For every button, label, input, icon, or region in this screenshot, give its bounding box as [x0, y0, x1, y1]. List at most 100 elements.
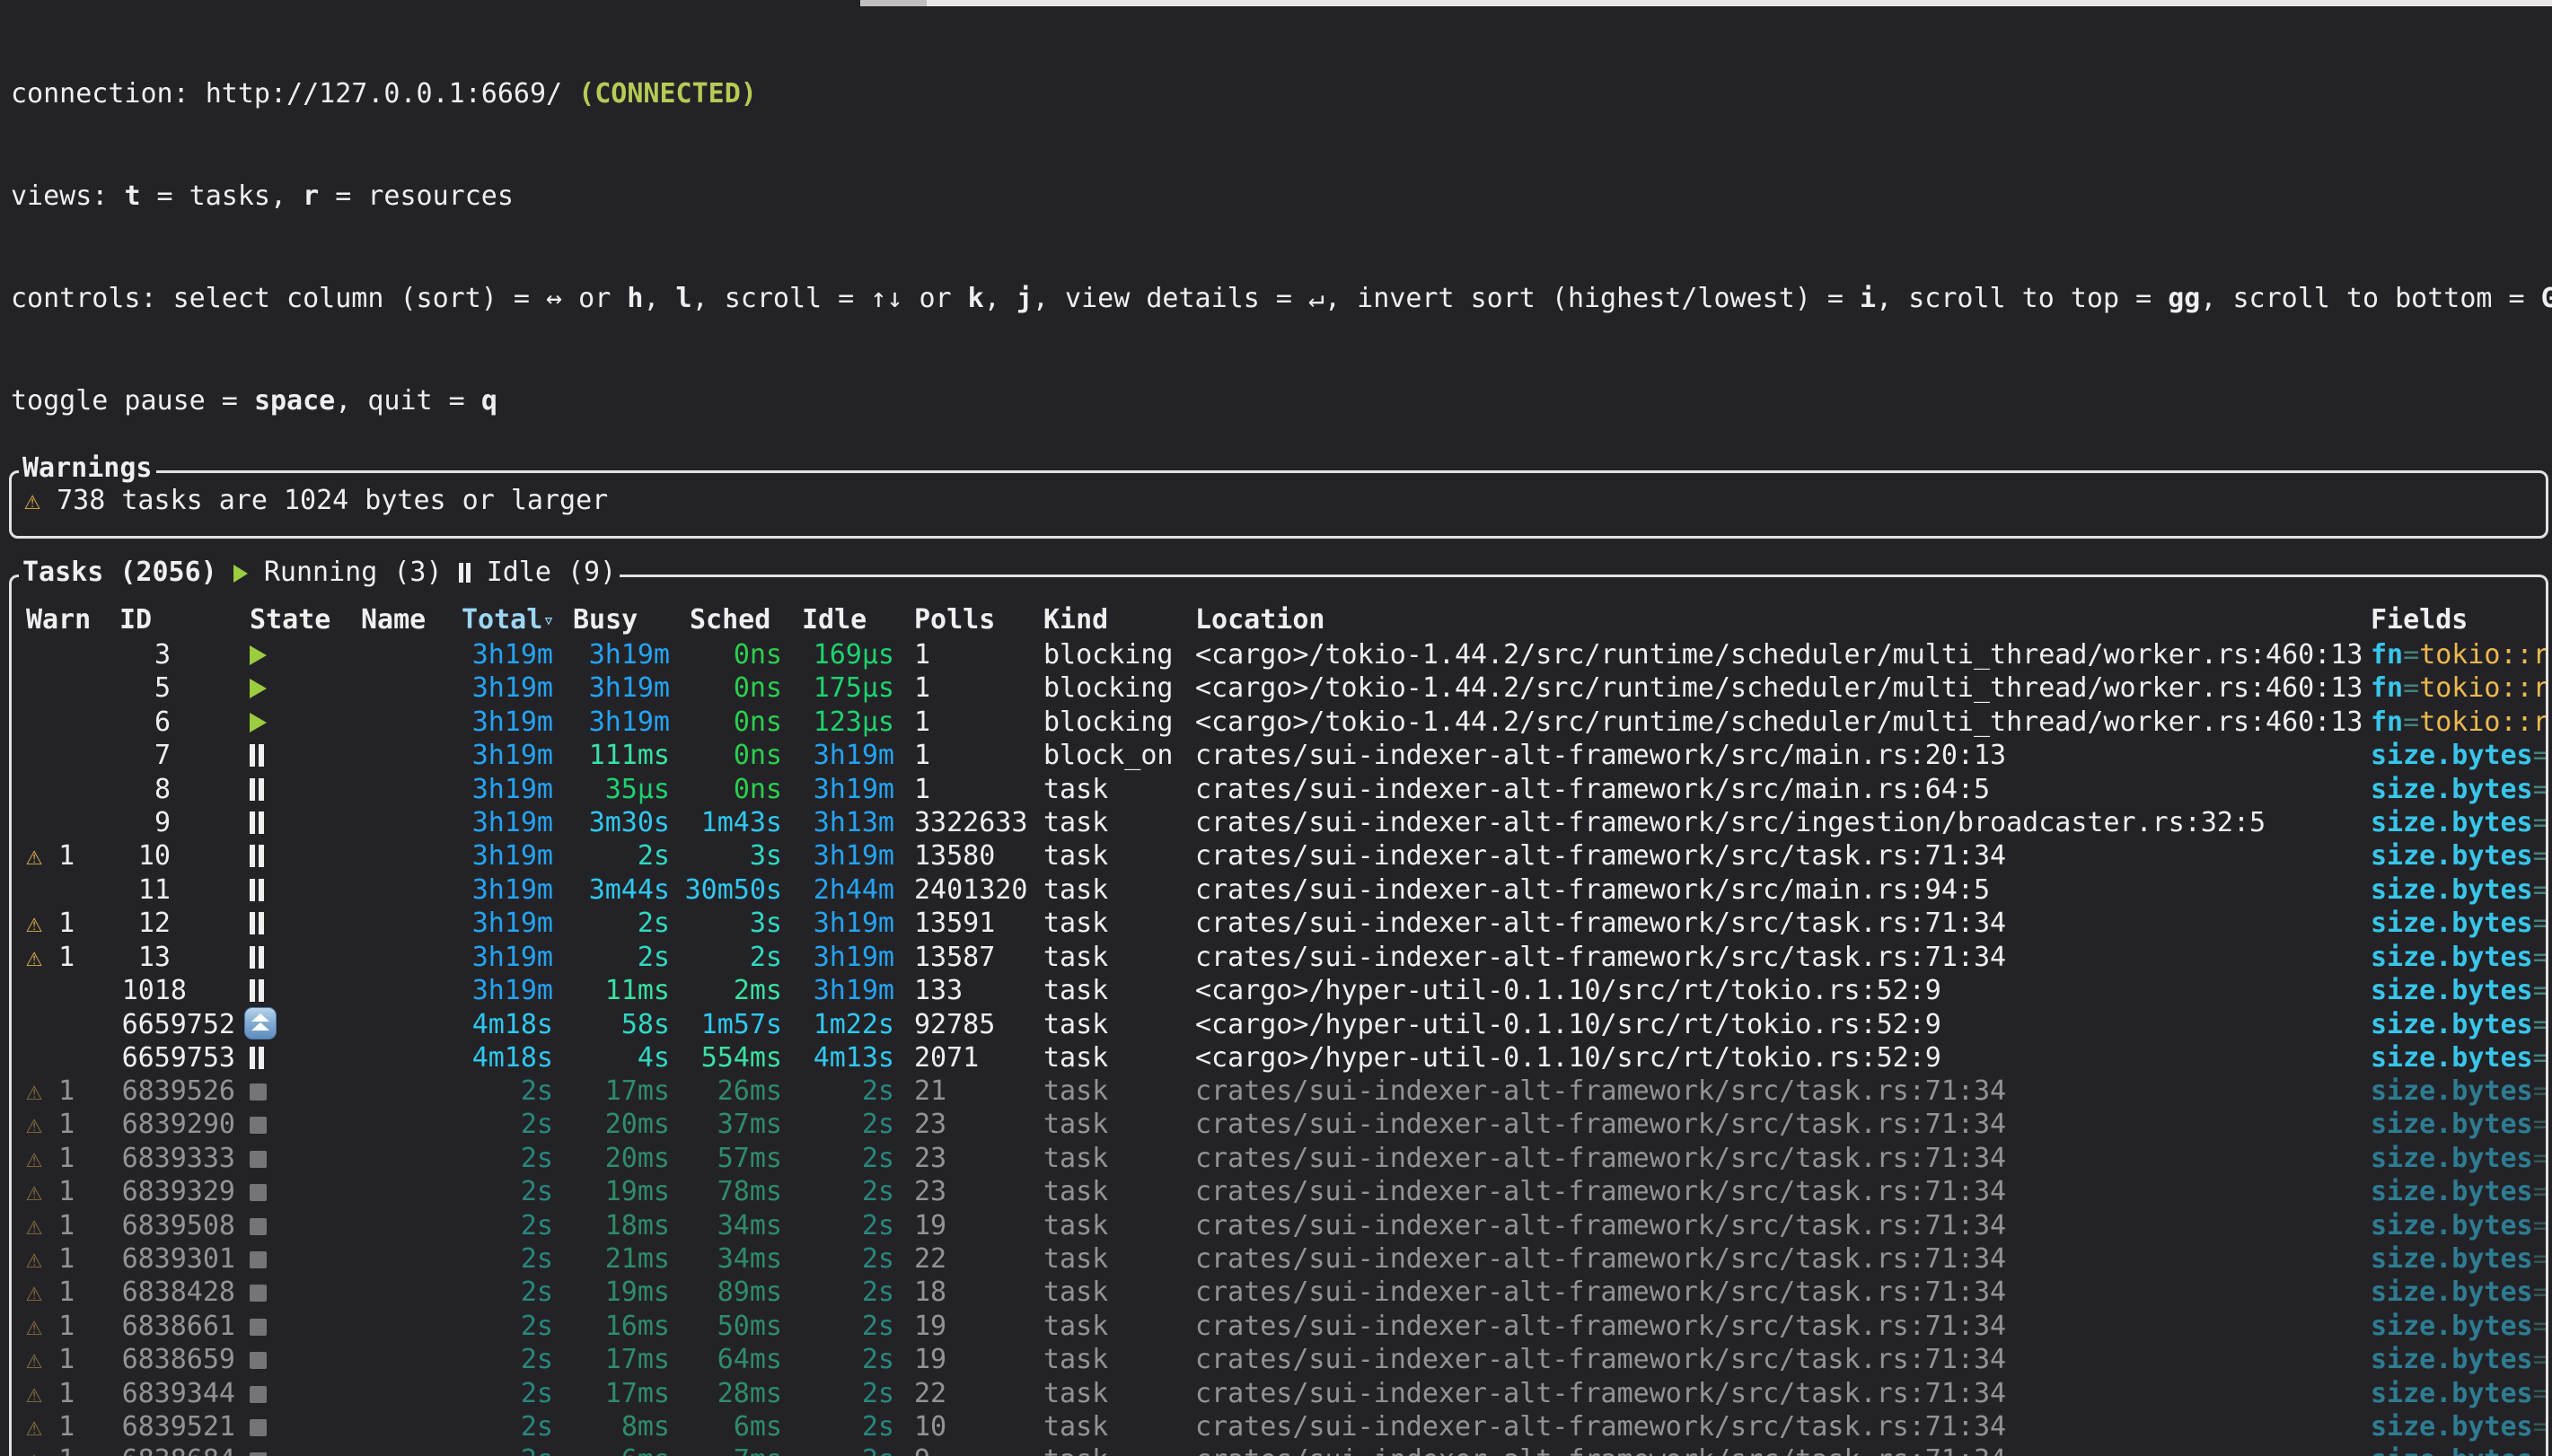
fields-cell: size.bytes=: [2371, 1343, 2546, 1377]
total-cell: 3h19m: [462, 773, 553, 807]
task-id: 6659753: [119, 1041, 235, 1075]
kind-cell: task: [1043, 907, 1195, 941]
idle-cell: 3h19m: [782, 974, 894, 1008]
total-cell: 3h19m: [462, 638, 553, 672]
polls-cell: 23: [894, 1142, 1043, 1176]
task-row[interactable]: ⚠ 1 6838661 2s 16ms 50ms 2s 19 task crat…: [12, 1310, 2546, 1343]
column-header-name[interactable]: Name: [361, 603, 462, 637]
column-header-state[interactable]: State: [235, 603, 361, 637]
sched-cell: 1m57s: [670, 1008, 782, 1042]
state-cell: [235, 1443, 361, 1456]
connection-line: connection: http://127.0.0.1:6669/ (CONN…: [11, 77, 2552, 111]
fields-cell: size.bytes=: [2371, 941, 2546, 975]
idle-cell: 2s: [782, 1343, 894, 1377]
task-row[interactable]: ⚠ 1 6839508 2s 18ms 34ms 2s 19 task crat…: [12, 1209, 2546, 1242]
idle-cell: 3h19m: [782, 739, 894, 773]
fields-cell: size.bytes=: [2371, 1276, 2546, 1310]
task-row[interactable]: 5 3h19m 3h19m 0ns 175µs 1 blocking <carg…: [12, 671, 2546, 705]
task-row[interactable]: ⚠ 1 6839521 2s 8ms 6ms 2s 10 task crates…: [12, 1410, 2546, 1443]
scrollbar-thumb[interactable]: [860, 0, 927, 6]
location-cell: crates/sui-indexer-alt-framework/src/tas…: [1195, 1443, 2371, 1456]
task-row[interactable]: 6 3h19m 3h19m 0ns 123µs 1 blocking <carg…: [12, 706, 2546, 739]
task-row[interactable]: 3 3h19m 3h19m 0ns 169µs 1 blocking <carg…: [12, 638, 2546, 671]
warning-triangle-icon: ⚠: [26, 1109, 42, 1140]
column-header-busy[interactable]: Busy: [553, 603, 670, 637]
location-cell: crates/sui-indexer-alt-framework/src/tas…: [1195, 1343, 2371, 1377]
task-row[interactable]: 11 3h19m 3m44s 30m50s 2h44m 2401320 task…: [12, 873, 2546, 907]
state-cell: [235, 1310, 361, 1344]
total-cell: 2s: [462, 1443, 553, 1456]
task-row[interactable]: 1018 3h19m 11ms 2ms 3h19m 133 task <carg…: [12, 974, 2546, 1007]
busy-cell: 3m44s: [553, 873, 670, 908]
pause-quit-line: toggle pause = space, quit = q: [11, 384, 2552, 418]
state-cell: [235, 974, 361, 1008]
busy-cell: 17ms: [553, 1377, 670, 1411]
polls-cell: 23: [894, 1175, 1043, 1209]
field-key: size.bytes: [2371, 840, 2533, 872]
task-row[interactable]: ⚠ 1 6838659 2s 17ms 64ms 2s 19 task crat…: [12, 1343, 2546, 1376]
task-row[interactable]: ⚠ 1 6839344 2s 17ms 28ms 2s 22 task crat…: [12, 1377, 2546, 1410]
task-row[interactable]: 9 3h19m 3m30s 1m43s 3h13m 3322633 task c…: [12, 806, 2546, 839]
polls-cell: 2071: [894, 1041, 1043, 1075]
task-id: 11: [119, 873, 235, 908]
scheduled-up-icon: [244, 1007, 277, 1039]
total-cell: 2s: [462, 1074, 553, 1109]
stop-icon: [250, 1117, 267, 1134]
total-cell: 3h19m: [462, 839, 553, 873]
task-row[interactable]: ⚠ 1 10 3h19m 2s 3s 3h19m 13580 task crat…: [12, 839, 2546, 873]
task-row[interactable]: 7 3h19m 111ms 0ns 3h19m 1 block_on crate…: [12, 739, 2546, 772]
task-row[interactable]: 6659753 4m18s 4s 554ms 4m13s 2071 task <…: [12, 1041, 2546, 1074]
column-header-warn[interactable]: Warn: [26, 603, 119, 637]
task-row[interactable]: 6659752 4m18s 58s 1m57s 1m22s 92785 task…: [12, 1007, 2546, 1040]
warn-cell: ⚠ 1: [26, 1443, 119, 1456]
task-row[interactable]: 8 3h19m 35µs 0ns 3h19m 1 task crates/sui…: [12, 773, 2546, 806]
pause-state-icon: [459, 563, 471, 583]
tasks-count-label: Tasks (2056): [22, 557, 217, 588]
task-row[interactable]: ⚠ 1 6838428 2s 19ms 89ms 2s 18 task crat…: [12, 1276, 2546, 1309]
task-row[interactable]: ⚠ 1 6839290 2s 20ms 37ms 2s 23 task crat…: [12, 1108, 2546, 1141]
stop-icon: [250, 1452, 267, 1456]
total-cell: 2s: [462, 1108, 553, 1142]
field-key: size.bytes: [2371, 1411, 2533, 1443]
warning-triangle-icon: ⚠: [26, 1243, 42, 1275]
task-row[interactable]: ⚠ 1 6838684 2s 6ms 7ms 2s 9 task crates/…: [12, 1443, 2546, 1456]
idle-cell: 4m13s: [782, 1041, 894, 1075]
task-row[interactable]: ⚠ 1 12 3h19m 2s 3s 3h19m 13591 task crat…: [12, 907, 2546, 940]
sched-cell: 0ns: [670, 638, 782, 672]
warn-count: 1: [58, 840, 75, 872]
busy-cell: 35µs: [553, 773, 670, 807]
location-cell: crates/sui-indexer-alt-framework/src/tas…: [1195, 839, 2371, 873]
task-row[interactable]: ⚠ 1 6839301 2s 21ms 34ms 2s 22 task crat…: [12, 1242, 2546, 1276]
column-header-polls[interactable]: Polls: [894, 603, 1043, 637]
idle-cell: 2s: [782, 1242, 894, 1276]
warn-count: 1: [58, 1378, 75, 1409]
column-header-sched[interactable]: Sched: [670, 603, 782, 637]
field-value: tokio::r: [2419, 706, 2546, 738]
total-cell: 2s: [462, 1343, 553, 1377]
polls-cell: 13580: [894, 839, 1043, 873]
location-cell: <cargo>/hyper-util-0.1.10/src/rt/tokio.r…: [1195, 1008, 2371, 1042]
task-row[interactable]: ⚠ 1 6839329 2s 19ms 78ms 2s 23 task crat…: [12, 1175, 2546, 1208]
window-scrollbar-strip[interactable]: [860, 0, 2552, 6]
task-id: 6839333: [119, 1142, 235, 1176]
stop-icon: [250, 1386, 267, 1403]
task-row[interactable]: ⚠ 1 13 3h19m 2s 2s 3h19m 13587 task crat…: [12, 941, 2546, 974]
busy-cell: 2s: [553, 907, 670, 941]
kind-cell: block_on: [1043, 739, 1195, 773]
column-header-total[interactable]: Total▿: [462, 603, 553, 638]
task-id: 6839344: [119, 1377, 235, 1411]
polls-cell: 3322633: [894, 806, 1043, 840]
idle-cell: 2s: [782, 1108, 894, 1142]
total-cell: 3h19m: [462, 907, 553, 941]
sched-cell: 3s: [670, 839, 782, 873]
column-header-fields[interactable]: Fields: [2371, 603, 2546, 637]
column-header-idle[interactable]: Idle: [782, 603, 894, 637]
column-header-kind[interactable]: Kind: [1043, 603, 1195, 637]
tasks-table-header: WarnIDStateNameTotal▿BusySchedIdlePollsK…: [12, 602, 2546, 638]
task-row[interactable]: ⚠ 1 6839526 2s 17ms 26ms 2s 21 task crat…: [12, 1074, 2546, 1108]
column-header-location[interactable]: Location: [1195, 603, 2371, 637]
field-key: fn: [2371, 706, 2403, 738]
task-row[interactable]: ⚠ 1 6839333 2s 20ms 57ms 2s 23 task crat…: [12, 1142, 2546, 1175]
column-header-id[interactable]: ID: [119, 603, 235, 637]
warning-triangle-icon: ⚠: [26, 908, 42, 939]
